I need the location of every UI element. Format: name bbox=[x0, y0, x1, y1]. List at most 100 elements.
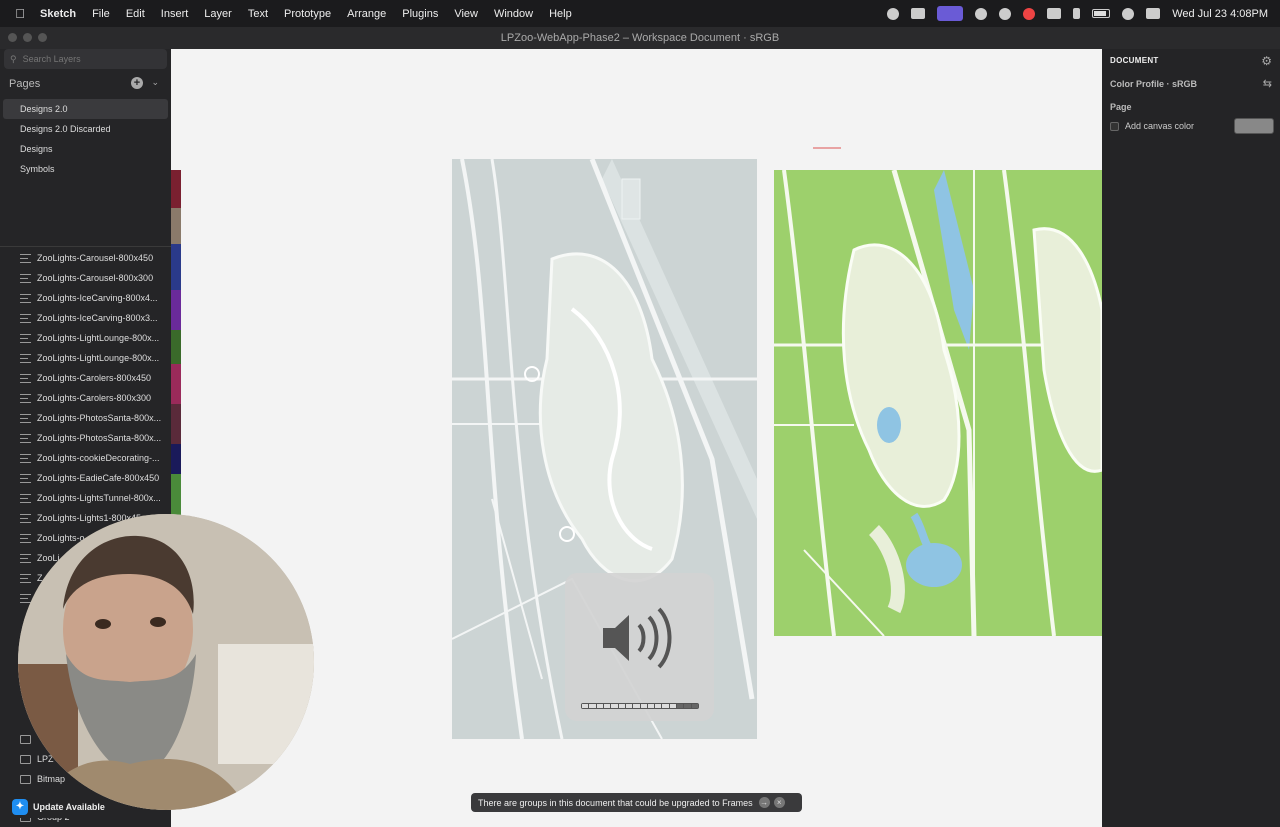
text-layer-icon bbox=[20, 313, 31, 323]
menu-layer[interactable]: Layer bbox=[204, 8, 232, 20]
layer-item[interactable]: ZooLights-PhotosSanta-800x... bbox=[0, 408, 171, 428]
menu-text[interactable]: Text bbox=[248, 8, 268, 20]
screen-share-icon[interactable] bbox=[937, 6, 964, 21]
layer-item[interactable]: ZooLights-IceCarving-800x3... bbox=[0, 308, 171, 328]
text-layer-icon bbox=[20, 453, 31, 463]
map-artboard-green[interactable] bbox=[774, 170, 1102, 636]
volume-segment bbox=[625, 704, 633, 708]
menu-prototype[interactable]: Prototype bbox=[284, 8, 331, 20]
layer-item[interactable]: ZooLights-LightsTunnel-800x... bbox=[0, 488, 171, 508]
display-icon[interactable] bbox=[911, 8, 926, 19]
artboard-label-marker bbox=[813, 147, 841, 149]
swap-icon[interactable]: ⇆ bbox=[1263, 77, 1272, 90]
text-layer-icon bbox=[20, 513, 31, 523]
menu-window[interactable]: Window bbox=[494, 8, 533, 20]
add-canvas-color-row: Add canvas color bbox=[1110, 121, 1194, 131]
page-item-designs-2-0[interactable]: Designs 2.0 bbox=[3, 99, 168, 119]
clock[interactable]: Wed Jul 23 4:08PM bbox=[1172, 8, 1268, 20]
page-item-symbols[interactable]: Symbols bbox=[0, 159, 171, 179]
menu-app[interactable]: Sketch bbox=[40, 8, 76, 20]
update-label: Update Available bbox=[33, 802, 105, 812]
volume-segment bbox=[669, 704, 677, 708]
color-profile-label[interactable]: Color Profile · sRGB bbox=[1110, 79, 1197, 89]
text-layer-icon bbox=[20, 493, 31, 503]
page-item-designs-2-0-discarded[interactable]: Designs 2.0 Discarded bbox=[0, 119, 171, 139]
menu-insert[interactable]: Insert bbox=[161, 8, 189, 20]
battery-icon[interactable] bbox=[1092, 9, 1111, 18]
layer-item[interactable]: ZooLights-PhotosSanta-800x... bbox=[0, 428, 171, 448]
layer-item[interactable]: ZooLights-EadieCafe-800x450 bbox=[0, 468, 171, 488]
status-area: Wed Jul 23 4:08PM bbox=[887, 0, 1268, 27]
layer-item[interactable]: ZooLights-IceCarving-800x4... bbox=[0, 288, 171, 308]
layer-item[interactable]: ZooLights-Carousel-800x450 bbox=[0, 248, 171, 268]
text-layer-icon bbox=[20, 533, 31, 543]
layer-item[interactable]: ZooLights-Carousel-800x300 bbox=[0, 268, 171, 288]
pages-label: Pages bbox=[9, 78, 41, 90]
artboard-thumbnail-strip bbox=[171, 170, 181, 515]
screen-mirroring-icon[interactable] bbox=[1047, 8, 1062, 19]
apple-menu-icon[interactable]:  bbox=[0, 6, 40, 21]
frames-upgrade-toast: There are groups in this document that c… bbox=[471, 793, 802, 812]
zoo-map-green bbox=[774, 170, 1102, 636]
layer-label: ZooLights-Carolers-800x300 bbox=[37, 393, 152, 403]
volume-segment bbox=[618, 704, 625, 708]
layer-item[interactable]: ZooLights-LightLounge-800x... bbox=[0, 328, 171, 348]
menu-plugins[interactable]: Plugins bbox=[402, 8, 438, 20]
zoom-window-button[interactable] bbox=[38, 33, 47, 42]
volume-segment bbox=[596, 704, 603, 708]
layer-label: ZooLights-IceCarving-800x4... bbox=[37, 293, 158, 303]
chevron-down-icon[interactable]: ⌄ bbox=[151, 77, 159, 88]
menu-edit[interactable]: Edit bbox=[126, 8, 145, 20]
menu-file[interactable]: File bbox=[92, 8, 110, 20]
app-status-icon[interactable] bbox=[975, 7, 988, 20]
close-window-button[interactable] bbox=[8, 33, 17, 42]
volume-segment bbox=[647, 704, 655, 708]
volume-segment bbox=[691, 704, 698, 708]
menu-bar:  Sketch File Edit Insert Layer Text Pro… bbox=[0, 0, 1280, 27]
layer-label: ZooLights-PhotosSanta-800x... bbox=[37, 433, 162, 443]
image-layer-icon bbox=[20, 754, 31, 764]
layer-item[interactable]: ZooLights-cookieDecorating-... bbox=[0, 448, 171, 468]
search-input[interactable] bbox=[22, 54, 143, 64]
close-icon[interactable]: × bbox=[773, 797, 785, 808]
canvas-color-swatch[interactable] bbox=[1234, 118, 1274, 134]
focus-icon[interactable] bbox=[887, 7, 900, 20]
volume-segment bbox=[655, 704, 662, 708]
layer-label: Bitmap bbox=[37, 774, 66, 784]
window-title: LPZoo-WebApp-Phase2 – Workspace Document… bbox=[500, 32, 780, 44]
play-icon[interactable] bbox=[999, 7, 1012, 20]
control-center-icon[interactable] bbox=[1146, 8, 1161, 19]
layer-label: ZooLights-LightsTunnel-800x... bbox=[37, 493, 161, 503]
volume-segment bbox=[662, 704, 669, 708]
arrow-right-icon[interactable]: → bbox=[758, 797, 770, 808]
image-layer-icon bbox=[20, 734, 31, 744]
volume-segment bbox=[684, 704, 691, 708]
menu-view[interactable]: View bbox=[454, 8, 478, 20]
menu-help[interactable]: Help bbox=[549, 8, 572, 20]
text-layer-icon bbox=[20, 473, 31, 483]
layer-label: ZooLights-o bbox=[37, 533, 85, 543]
layer-item[interactable]: ZooLights-LightLounge-800x... bbox=[0, 348, 171, 368]
layer-label: ZooLights-PhotosSanta-800x... bbox=[37, 413, 162, 423]
menu-arrange[interactable]: Arrange bbox=[347, 8, 386, 20]
window-controls bbox=[8, 33, 47, 42]
update-icon: ✦ bbox=[12, 799, 28, 815]
webcam-overlay bbox=[18, 514, 314, 810]
layer-label: ZooLights-Carousel-800x300 bbox=[37, 273, 154, 283]
add-page-icon[interactable]: + bbox=[131, 77, 143, 89]
volume-segment bbox=[582, 704, 589, 708]
text-layer-icon bbox=[20, 553, 31, 563]
inspector-title: DOCUMENT bbox=[1110, 56, 1159, 65]
layer-item[interactable]: ZooLights-Carolers-800x450 bbox=[0, 368, 171, 388]
page-item-designs[interactable]: Designs bbox=[0, 139, 171, 159]
bluetooth-icon[interactable] bbox=[1073, 8, 1081, 19]
layer-search: ⚲ bbox=[4, 49, 167, 69]
volume-hud bbox=[565, 573, 714, 721]
layer-item[interactable]: ZooLights-Carolers-800x300 bbox=[0, 388, 171, 408]
add-canvas-color-checkbox[interactable] bbox=[1110, 121, 1119, 131]
wifi-icon[interactable] bbox=[1122, 7, 1135, 20]
minimize-window-button[interactable] bbox=[23, 33, 32, 42]
add-canvas-color-label: Add canvas color bbox=[1125, 121, 1195, 131]
gear-icon[interactable]: ⚙ bbox=[1261, 54, 1272, 68]
record-icon[interactable] bbox=[1023, 7, 1036, 20]
